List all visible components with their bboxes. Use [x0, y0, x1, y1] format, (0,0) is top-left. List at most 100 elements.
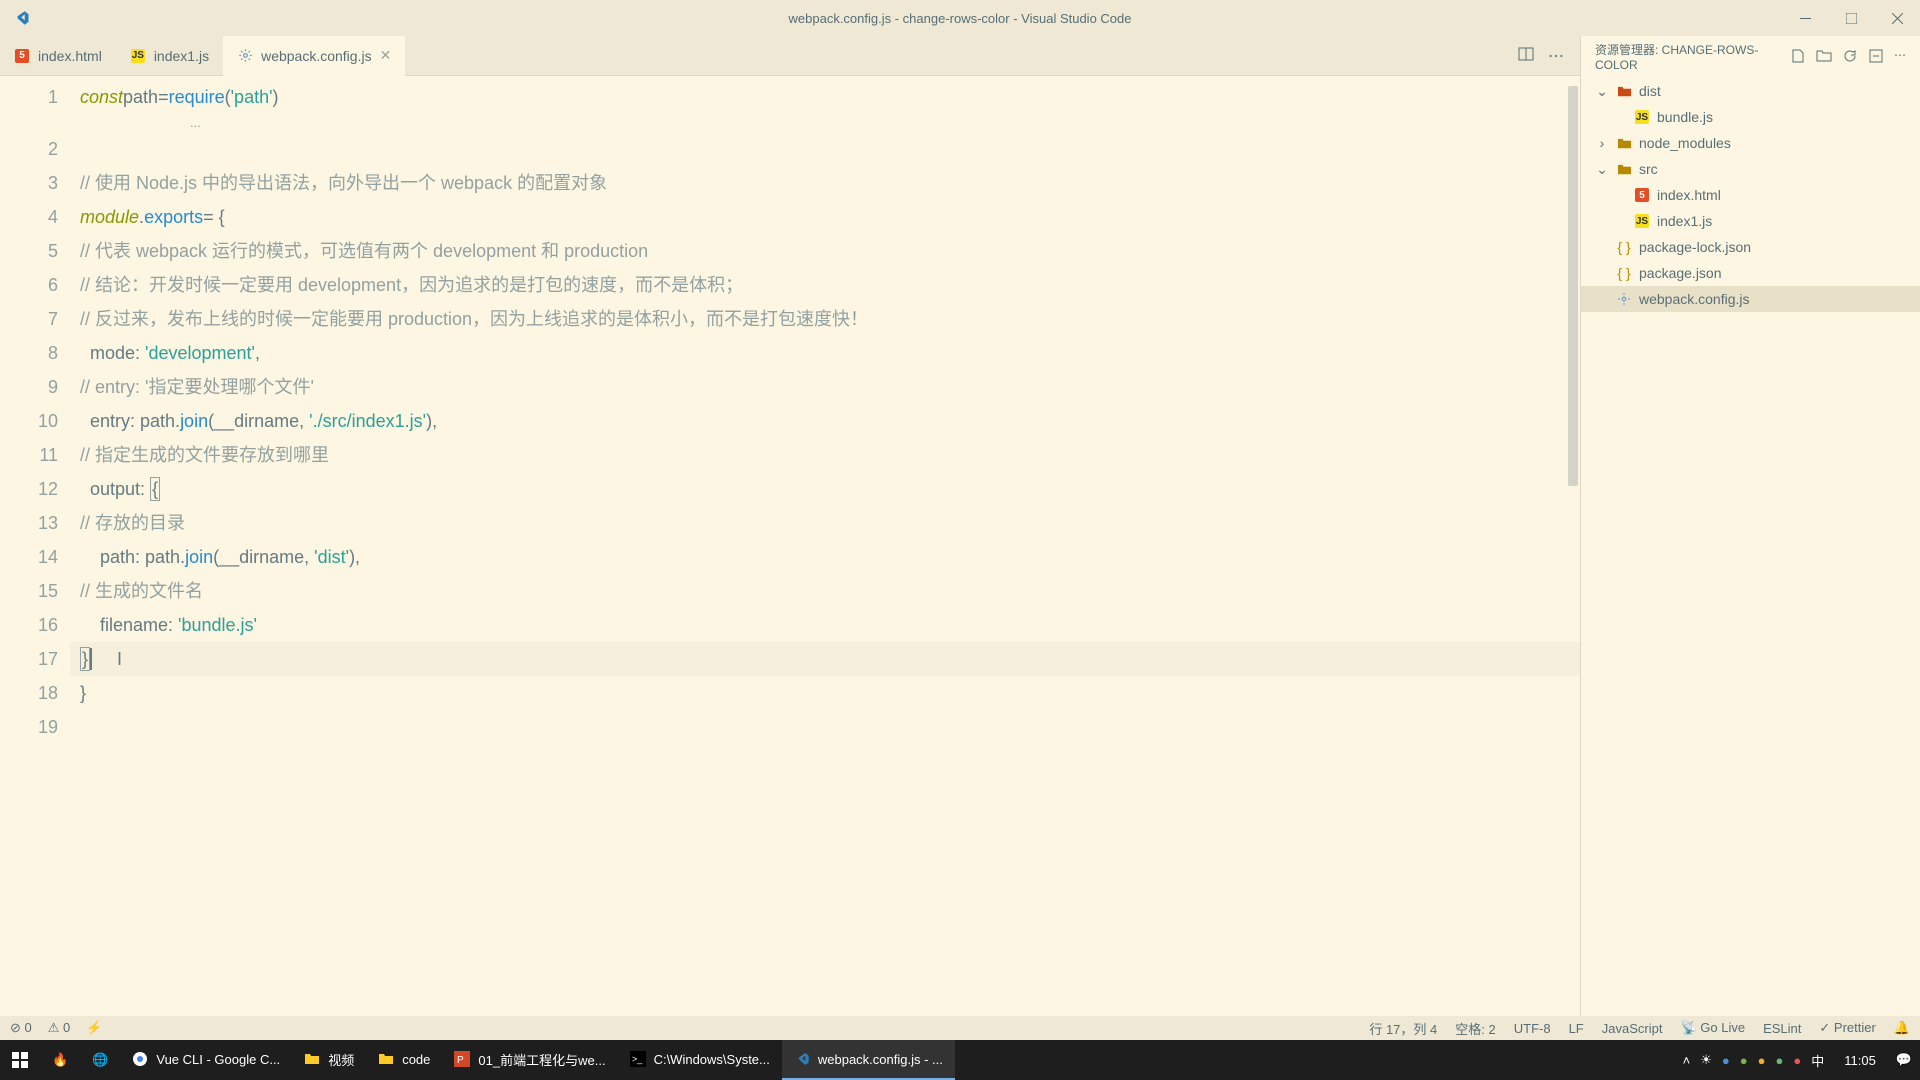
js-icon: JS	[1633, 214, 1651, 228]
code-line[interactable]: // 结论：开发时候一定要用 development，因为追求的是打包的速度，而…	[70, 268, 1580, 302]
code-line[interactable]: // 指定生成的文件要存放到哪里	[70, 438, 1580, 472]
tree-item-label: dist	[1639, 83, 1661, 99]
vertical-scrollbar[interactable]	[1566, 76, 1580, 1016]
close-icon[interactable]: ✕	[380, 47, 392, 64]
code-line[interactable]: const path = require('path')	[70, 80, 1580, 114]
new-file-icon[interactable]	[1790, 48, 1806, 64]
notifications-icon[interactable]: 🔔	[1894, 1020, 1910, 1036]
tray-weather-icon: ☀	[1700, 1052, 1712, 1068]
indent[interactable]: 空格: 2	[1455, 1019, 1495, 1038]
refresh-icon[interactable]	[1842, 48, 1858, 64]
html-icon: 5	[14, 48, 30, 64]
prettier-status[interactable]: ✓ Prettier	[1819, 1020, 1875, 1036]
code-line[interactable]: // 代表 webpack 运行的模式，可选值有两个 development 和…	[70, 234, 1580, 268]
tree-file[interactable]: webpack.config.js	[1581, 286, 1920, 312]
tree-file[interactable]: JSindex1.js	[1581, 208, 1920, 234]
taskbar-label: 01_前端工程化与we...	[478, 1050, 605, 1069]
tray-icon[interactable]: ●	[1722, 1053, 1730, 1068]
more-icon[interactable]: ⋯	[1548, 46, 1564, 66]
tree-folder[interactable]: › node_modules	[1581, 130, 1920, 156]
taskbar-app[interactable]: 🔥	[40, 1040, 80, 1080]
new-folder-icon[interactable]	[1816, 48, 1832, 64]
code-line[interactable]	[70, 710, 1580, 744]
go-live[interactable]: 📡 Go Live	[1680, 1020, 1745, 1036]
eslint-status[interactable]: ESLint	[1763, 1021, 1801, 1036]
system-tray[interactable]: ˄ ☀ ● ● ● ● ● 中 11:05 💬	[1683, 1051, 1920, 1070]
taskbar-window[interactable]: Vue CLI - Google C...	[120, 1040, 292, 1080]
code-content[interactable]: const path = require('path')... // 使用 Nod…	[70, 76, 1580, 1016]
settings-icon	[1615, 292, 1633, 306]
title-bar: webpack.config.js - change-rows-color - …	[0, 0, 1920, 36]
code-line[interactable]: // entry: '指定要处理哪个文件'	[70, 370, 1580, 404]
tab-bar: 5 index.html JS index1.js webpack.config…	[0, 36, 1580, 76]
tree-item-label: node_modules	[1639, 135, 1731, 151]
tray-icon[interactable]: ●	[1793, 1053, 1801, 1068]
split-editor-icon[interactable]	[1518, 46, 1534, 66]
code-line[interactable]: ...	[70, 114, 1580, 132]
code-line[interactable]: entry: path.join(__dirname, './src/index…	[70, 404, 1580, 438]
close-button[interactable]	[1874, 0, 1920, 36]
more-icon[interactable]: ⋯	[1894, 48, 1906, 64]
minimize-button[interactable]	[1782, 0, 1828, 36]
tree-item-label: package-lock.json	[1639, 239, 1751, 255]
code-line[interactable]	[70, 132, 1580, 166]
code-line[interactable]: // 反过来，发布上线的时候一定能要用 production，因为上线追求的是体…	[70, 302, 1580, 336]
code-line[interactable]: // 生成的文件名	[70, 574, 1580, 608]
chevron-down-icon[interactable]: ⌄	[1595, 161, 1609, 178]
taskbar-window[interactable]: >_C:\Windows\Syste...	[618, 1040, 782, 1080]
maximize-button[interactable]	[1828, 0, 1874, 36]
code-line[interactable]: } I	[70, 642, 1580, 676]
taskbar-label: code	[402, 1052, 430, 1067]
code-line[interactable]: filename: 'bundle.js'	[70, 608, 1580, 642]
taskbar-window[interactable]: webpack.config.js - ...	[782, 1040, 955, 1080]
encoding[interactable]: UTF-8	[1514, 1021, 1551, 1036]
tab-index-html[interactable]: 5 index.html	[0, 36, 116, 76]
taskbar-window[interactable]: code	[366, 1040, 442, 1080]
tray-chevron-icon[interactable]: ˄	[1683, 1053, 1691, 1068]
problems-errors[interactable]: ⊘ 0	[10, 1020, 32, 1036]
code-line[interactable]: path: path.join(__dirname, 'dist'),	[70, 540, 1580, 574]
code-line[interactable]: mode: 'development',	[70, 336, 1580, 370]
json-icon: { }	[1615, 239, 1633, 255]
tree-folder[interactable]: ⌄ dist	[1581, 78, 1920, 104]
tree-folder[interactable]: ⌄src	[1581, 156, 1920, 182]
problems-warnings[interactable]: ⚠ 0	[48, 1020, 71, 1036]
tab-webpack-config[interactable]: webpack.config.js ✕	[223, 36, 405, 76]
code-line[interactable]: // 存放的目录	[70, 506, 1580, 540]
tree-item-label: package.json	[1639, 265, 1722, 281]
tree-file[interactable]: 5index.html	[1581, 182, 1920, 208]
taskbar-window[interactable]: 视频	[292, 1040, 366, 1080]
taskbar-window[interactable]: P 01_前端工程化与we...	[442, 1040, 617, 1080]
tray-icon[interactable]: ●	[1758, 1053, 1766, 1068]
code-line[interactable]: output: {	[70, 472, 1580, 506]
code-line[interactable]: module.exports = {	[70, 200, 1580, 234]
chevron-right-icon[interactable]: ›	[1595, 135, 1609, 151]
ime-indicator[interactable]: 中	[1811, 1051, 1824, 1070]
line-col[interactable]: 行 17，列 4	[1369, 1019, 1437, 1038]
tree-file[interactable]: JSbundle.js	[1581, 104, 1920, 130]
collapse-icon[interactable]	[1868, 48, 1884, 64]
tray-icon[interactable]: ●	[1740, 1053, 1748, 1068]
file-tree[interactable]: ⌄ dist JSbundle.js › node_modules ⌄src5index.…	[1581, 76, 1920, 1016]
clock[interactable]: 11:05	[1834, 1053, 1886, 1068]
code-line[interactable]: }	[70, 676, 1580, 710]
folder-icon	[1615, 136, 1633, 151]
editor[interactable]: 12345678910111213141516171819 const path…	[0, 76, 1580, 1016]
tray-icon[interactable]: ●	[1776, 1053, 1784, 1068]
ports-icon[interactable]: ⚡	[86, 1020, 102, 1036]
tab-label: index1.js	[154, 48, 209, 64]
explorer-title: 资源管理器: CHANGE-ROWS-COLOR	[1595, 41, 1784, 72]
chevron-down-icon[interactable]: ⌄	[1595, 83, 1609, 100]
tree-file[interactable]: { } package-lock.json	[1581, 234, 1920, 260]
language-mode[interactable]: JavaScript	[1602, 1021, 1663, 1036]
svg-text:P: P	[457, 1055, 464, 1066]
eol[interactable]: LF	[1569, 1021, 1584, 1036]
tab-index1-js[interactable]: JS index1.js	[116, 36, 223, 76]
taskbar-app[interactable]: 🌐	[80, 1040, 120, 1080]
notifications-icon[interactable]: 💬	[1896, 1052, 1912, 1068]
tree-file[interactable]: { }package.json	[1581, 260, 1920, 286]
js-icon: JS	[130, 48, 146, 64]
start-button[interactable]	[0, 1040, 40, 1080]
line-gutter: 12345678910111213141516171819	[0, 76, 70, 1016]
code-line[interactable]: // 使用 Node.js 中的导出语法，向外导出一个 webpack 的配置对…	[70, 166, 1580, 200]
